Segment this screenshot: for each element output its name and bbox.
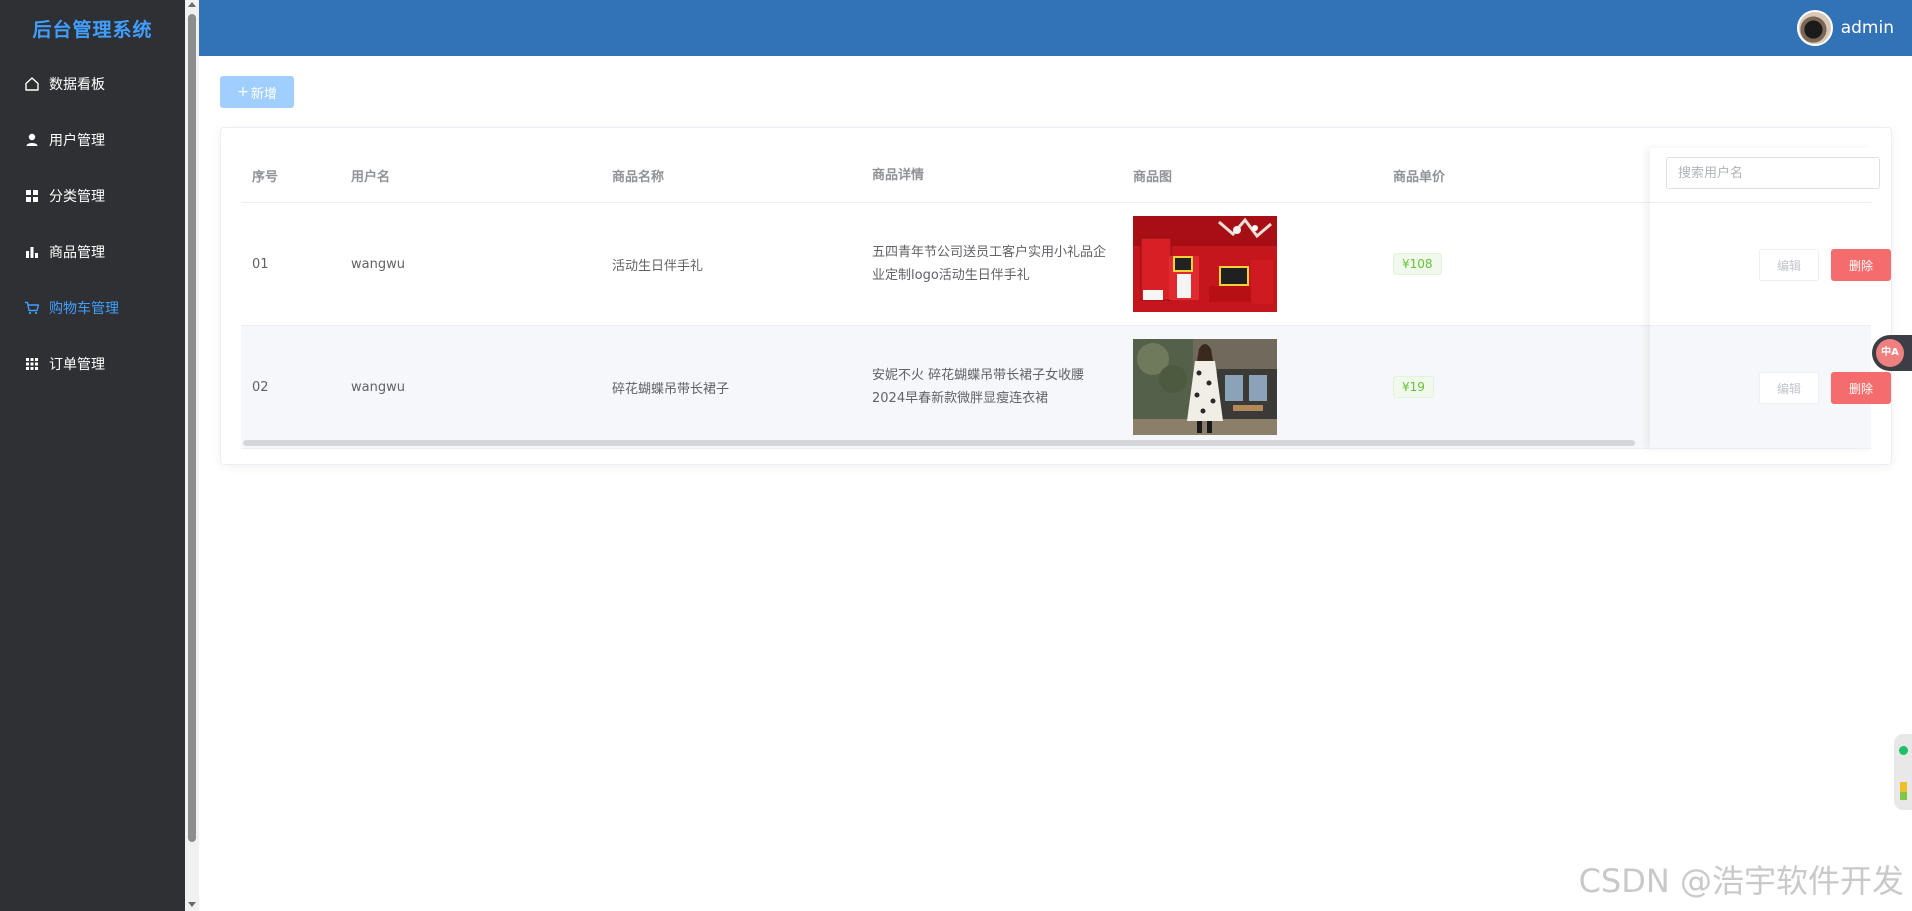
scrollbar-thumb[interactable] [188, 14, 196, 842]
sidebar-item-orders[interactable]: 订单管理 [0, 336, 185, 392]
sidebar-item-label: 购物车管理 [49, 301, 119, 317]
row-index: 02 [252, 379, 269, 395]
scroll-down-icon[interactable] [188, 902, 196, 907]
side-widget[interactable] [1894, 734, 1912, 810]
row-username: wangwu [351, 379, 405, 395]
row-username: wangwu [351, 256, 405, 272]
red-gift-bags-image [1133, 216, 1277, 312]
sidebar-item-users[interactable]: 用户管理 [0, 112, 185, 168]
add-button-label: 新增 [250, 86, 277, 102]
column-header: 商品图 [1133, 169, 1173, 185]
edit-button[interactable]: 编辑 [1759, 249, 1819, 281]
table-row: 02 wangwu 碎花蝴蝶吊带长裙子 安妮不火 碎花蝴蝶吊带长裙子女收腰202… [241, 326, 1871, 449]
top-header: admin [199, 0, 1912, 56]
column-header: 用户名 [351, 169, 391, 185]
column-header: 商品单价 [1393, 169, 1446, 185]
sidebar-scrollbar[interactable] [185, 0, 199, 911]
scroll-up-icon[interactable] [188, 2, 196, 7]
sidebar-item-products[interactable]: 商品管理 [0, 224, 185, 280]
watermark: CSDN @浩宇软件开发 [1578, 862, 1904, 900]
user-menu[interactable]: admin [1796, 10, 1894, 46]
edit-button[interactable]: 编辑 [1759, 372, 1819, 404]
table-row: 01 wangwu 活动生日伴手礼 五四青年节公司送员工客户实用小礼品企业定制l… [241, 203, 1871, 326]
row-product-name: 碎花蝴蝶吊带长裙子 [612, 381, 730, 397]
row-product-name: 活动生日伴手礼 [612, 258, 704, 274]
translate-button[interactable]: 中A [1872, 335, 1912, 371]
sidebar: 后台管理系统 数据看板 用户管理 分类管理 商品管理 购物车管理 订单管理 [0, 0, 185, 911]
sidebar-item-label: 用户管理 [49, 133, 105, 149]
table-header: 序号 用户名 商品名称 商品详情 商品图 商品单价 [241, 148, 1871, 203]
avatar[interactable] [1796, 10, 1833, 46]
price-tag: ¥108 [1393, 253, 1442, 275]
home-icon [24, 76, 40, 92]
bar-chart-icon [24, 244, 40, 260]
delete-button[interactable]: 删除 [1831, 372, 1891, 404]
search-input[interactable] [1666, 157, 1880, 189]
status-dot-icon [1899, 746, 1908, 755]
sidebar-item-label: 分类管理 [49, 189, 105, 205]
main-content: + 新增 序号 用户名 商品名称 商品详情 商品图 商品单价 01 wangwu… [199, 56, 1912, 911]
cart-icon [24, 300, 40, 316]
username-label: admin [1840, 18, 1894, 38]
row-index: 01 [252, 256, 269, 272]
sidebar-item-label: 订单管理 [49, 357, 105, 373]
apps-icon [24, 356, 40, 372]
row-product-detail: 五四青年节公司送员工客户实用小礼品企业定制logo活动生日伴手礼 [872, 245, 1107, 283]
column-header: 商品详情 [872, 167, 925, 183]
sidebar-item-label: 数据看板 [49, 77, 105, 93]
floral-dress-photo-image [1133, 339, 1277, 435]
add-button[interactable]: + 新增 [220, 76, 294, 108]
grid-icon [24, 188, 40, 204]
user-icon [24, 132, 40, 148]
table-card: 序号 用户名 商品名称 商品详情 商品图 商品单价 01 wangwu 活动生日… [220, 127, 1892, 465]
sidebar-item-label: 商品管理 [49, 245, 105, 261]
column-header: 商品名称 [612, 169, 665, 185]
price-tag: ¥19 [1393, 376, 1434, 398]
sidebar-item-cart[interactable]: 购物车管理 [0, 280, 185, 336]
translate-icon: 中A [1876, 339, 1904, 367]
app-title: 后台管理系统 [32, 18, 153, 41]
horizontal-scrollbar[interactable] [243, 440, 1635, 446]
sidebar-item-categories[interactable]: 分类管理 [0, 168, 185, 224]
column-header: 序号 [252, 169, 279, 185]
plus-icon: + [237, 84, 249, 100]
row-product-detail: 安妮不火 碎花蝴蝶吊带长裙子女收腰2024早春新款微胖显瘦连衣裙 [872, 368, 1085, 406]
sidebar-item-dashboard[interactable]: 数据看板 [0, 56, 185, 112]
delete-button[interactable]: 删除 [1831, 249, 1891, 281]
